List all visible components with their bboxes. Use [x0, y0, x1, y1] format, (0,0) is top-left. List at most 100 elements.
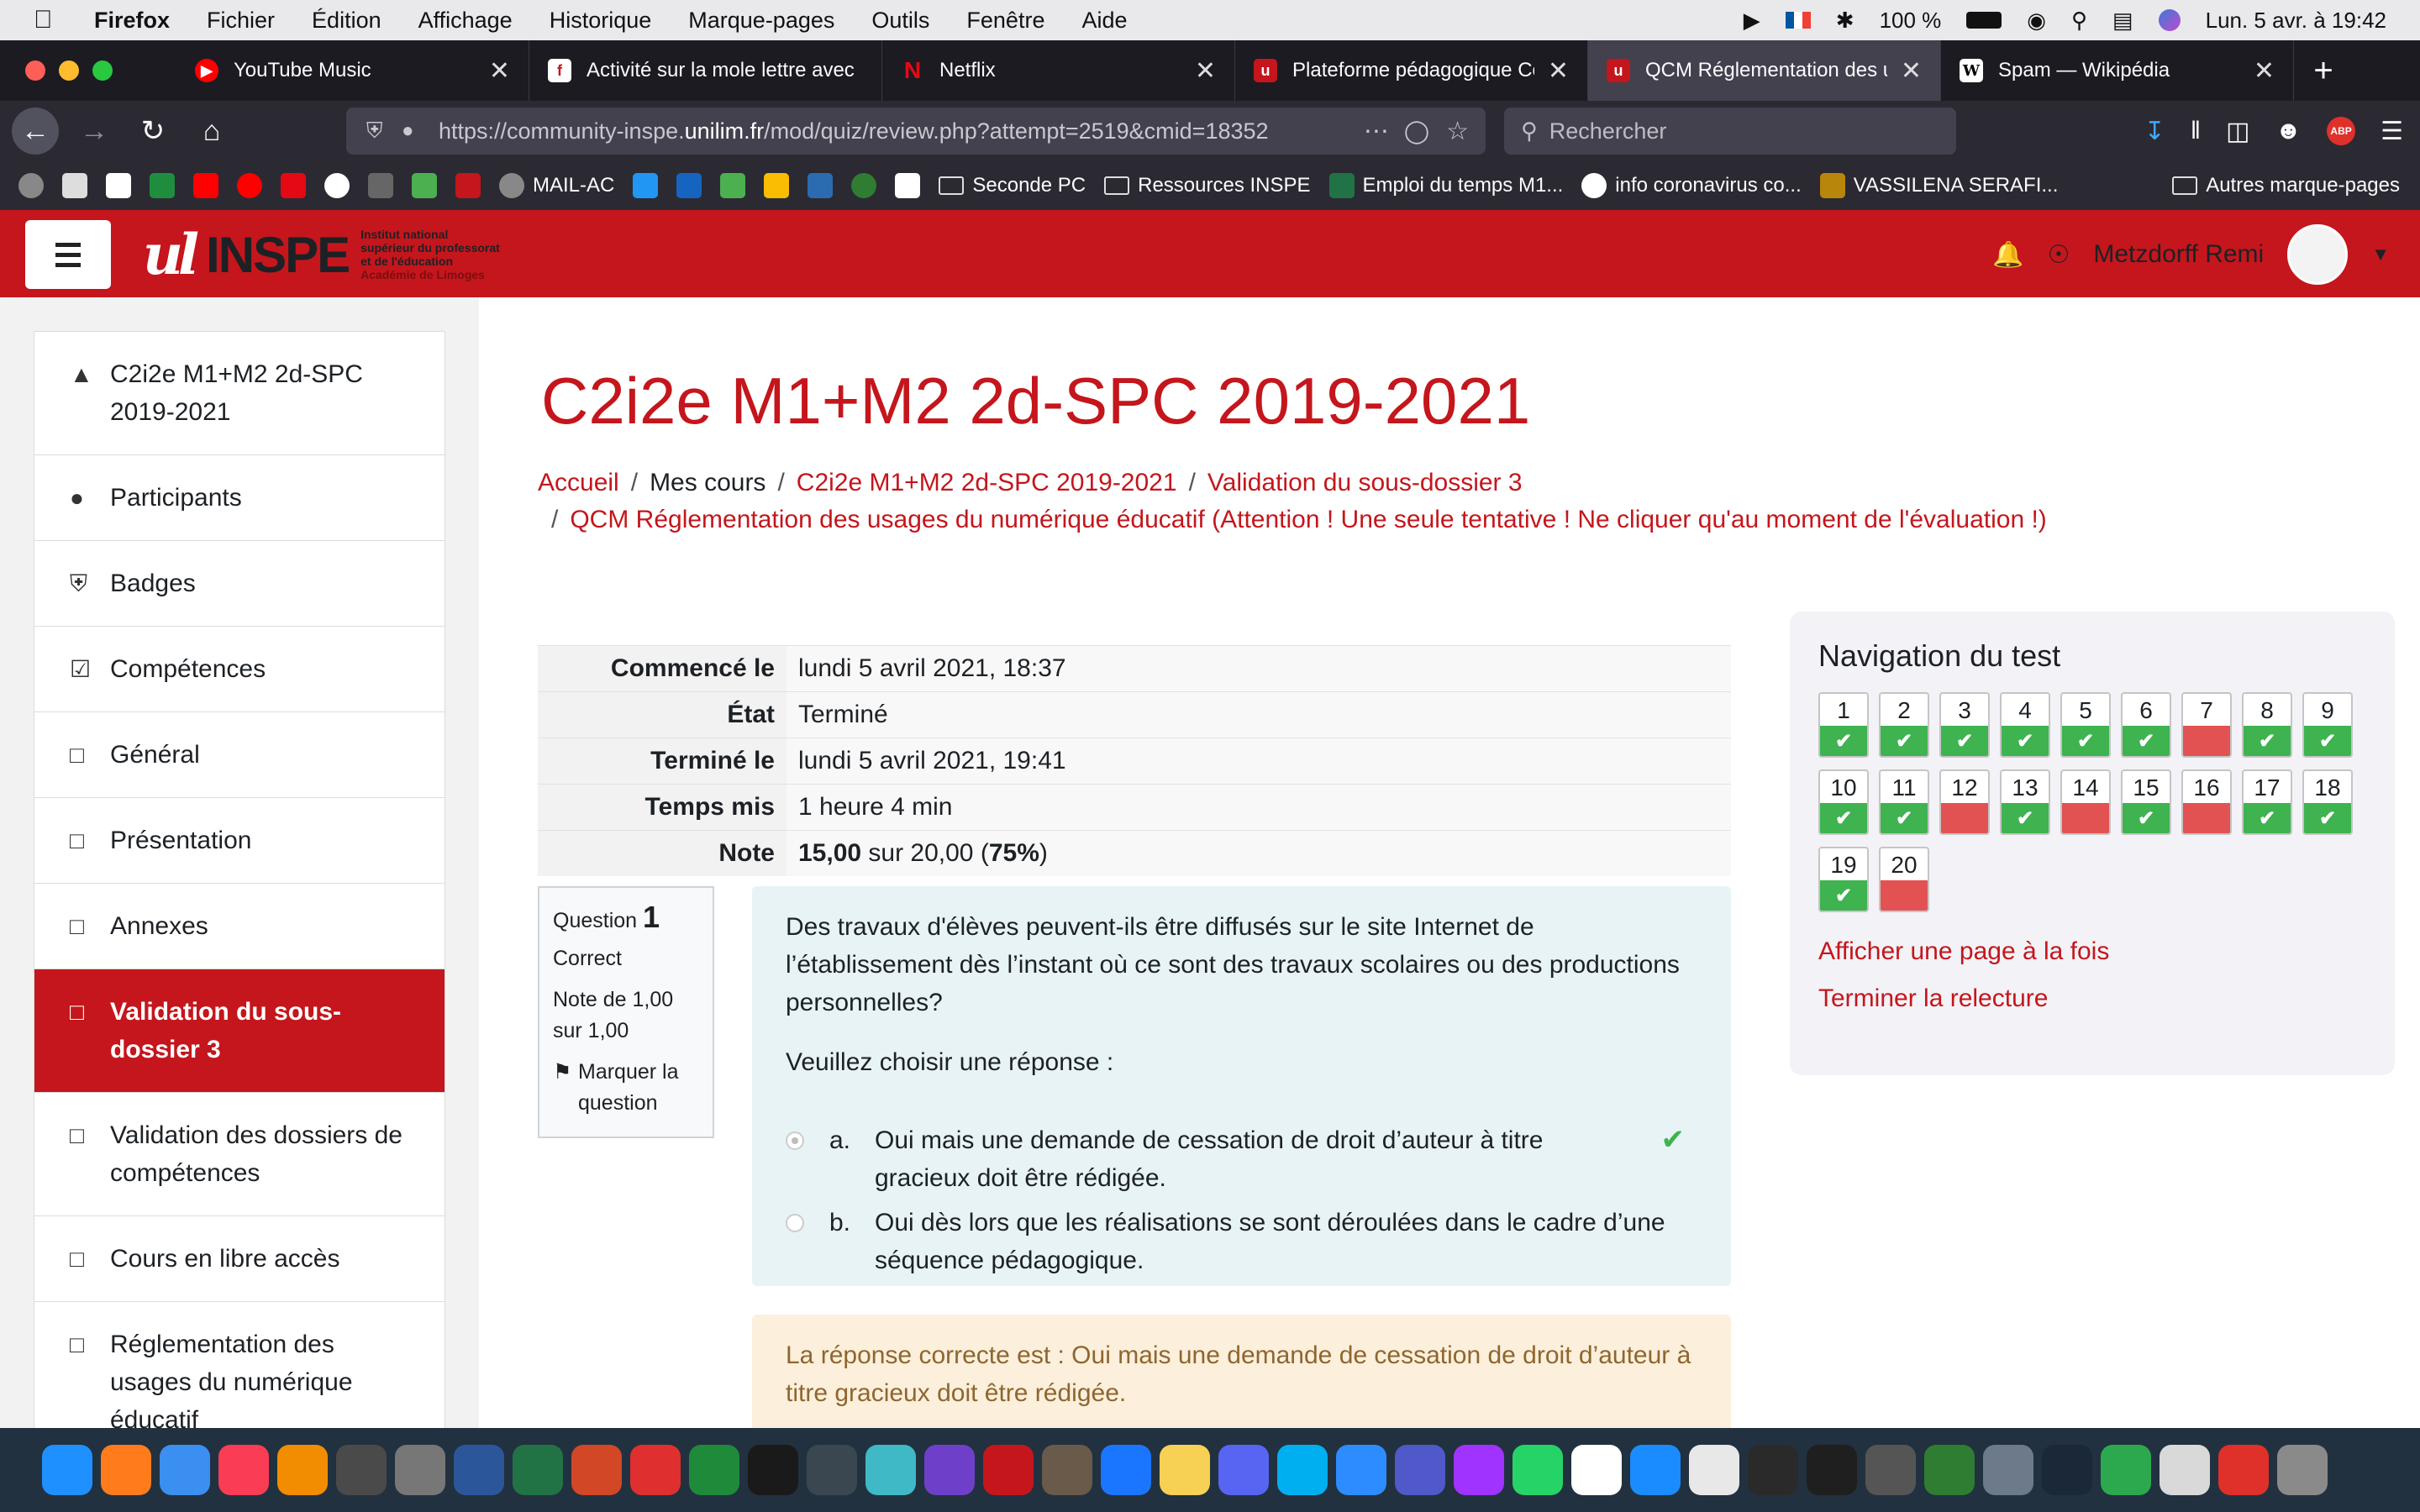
- finish-review-link[interactable]: Terminer la relecture: [1818, 984, 2366, 1013]
- answer-option-a[interactable]: a. Oui mais une demande de cessation de …: [786, 1121, 1702, 1197]
- bookmark-icon[interactable]: [368, 173, 393, 198]
- flag-fr-icon[interactable]: [1785, 12, 1811, 29]
- url-text[interactable]: https://community-inspe.unilim.fr/mod/qu…: [439, 118, 1349, 144]
- vlc-icon[interactable]: [277, 1445, 328, 1495]
- gimp-icon[interactable]: [1042, 1445, 1092, 1495]
- menu-edition[interactable]: Édition: [312, 8, 381, 34]
- tinyurl-icon[interactable]: [676, 173, 702, 198]
- library-icon[interactable]: ‖: [2191, 117, 2201, 145]
- bookmark-star-icon[interactable]: ☆: [1446, 117, 1469, 146]
- tab-qcm[interactable]: u QCM Réglementation des usages ✕: [1588, 40, 1941, 101]
- sidebar-item-cours-libre-acces[interactable]: □ Cours en libre accès: [34, 1216, 445, 1302]
- lock-icon[interactable]: ●: [402, 119, 414, 143]
- bookmark-icon[interactable]: [808, 173, 834, 198]
- safari-icon[interactable]: [1101, 1445, 1151, 1495]
- close-window-button[interactable]: [25, 60, 45, 81]
- zoom-icon[interactable]: [1336, 1445, 1386, 1495]
- music-icon[interactable]: [218, 1445, 269, 1495]
- question-nav-button[interactable]: 6 ✔: [2121, 692, 2171, 758]
- mail-icon[interactable]: [160, 1445, 210, 1495]
- whatsapp-icon[interactable]: [1512, 1445, 1563, 1495]
- question-nav-button[interactable]: 17 ✔: [2242, 769, 2292, 835]
- discord-icon[interactable]: [1218, 1445, 1269, 1495]
- textedit-icon[interactable]: [1689, 1445, 1739, 1495]
- pycharm-icon[interactable]: [748, 1445, 798, 1495]
- bookmark-icon[interactable]: [62, 173, 87, 198]
- user-name[interactable]: Metzdorff Remi: [2093, 240, 2264, 269]
- question-nav-button[interactable]: 1 ✔: [1818, 692, 1869, 758]
- page-actions-icon[interactable]: ⋯: [1364, 117, 1389, 146]
- close-tab-icon[interactable]: ✕: [489, 56, 510, 86]
- breadcrumb-accueil[interactable]: Accueil: [538, 469, 619, 496]
- question-nav-button[interactable]: 3 ✔: [1939, 692, 1990, 758]
- pocket-icon[interactable]: ◯: [1404, 118, 1429, 144]
- play-icon[interactable]: ▶: [1744, 8, 1760, 34]
- chevron-down-icon[interactable]: ▼: [2371, 244, 2390, 265]
- question-nav-button[interactable]: 12: [1939, 769, 1990, 835]
- powerpoint-icon[interactable]: [571, 1445, 622, 1495]
- spotlight-search-icon[interactable]: ⚲: [2071, 8, 2087, 34]
- finder-icon[interactable]: [42, 1445, 92, 1495]
- question-nav-button[interactable]: 14: [2060, 769, 2111, 835]
- inspe-icon[interactable]: [455, 173, 481, 198]
- teams-icon[interactable]: [1395, 1445, 1445, 1495]
- wifi-icon[interactable]: ◉: [2027, 8, 2046, 34]
- account-icon[interactable]: ☻: [2275, 117, 2302, 145]
- excel-icon[interactable]: [513, 1445, 563, 1495]
- back-icon[interactable]: ←: [12, 108, 59, 155]
- question-nav-button[interactable]: 11 ✔: [1879, 769, 1929, 835]
- question-nav-button[interactable]: 10 ✔: [1818, 769, 1869, 835]
- bookmark-vassilena[interactable]: VASSILENA SERAFI...: [1819, 173, 2058, 198]
- sidebar-item-badges[interactable]: ⛨ Badges: [34, 541, 445, 627]
- skype-icon[interactable]: [1277, 1445, 1328, 1495]
- adblock-icon[interactable]: ABP: [2327, 117, 2356, 145]
- qr-icon[interactable]: [720, 173, 746, 198]
- sidebar-item-participants[interactable]: ● Participants: [34, 455, 445, 541]
- bookmark-mail-ac[interactable]: MAIL-AC: [499, 173, 614, 198]
- steam-icon[interactable]: [2042, 1445, 2092, 1495]
- tab-netflix[interactable]: N Netflix ✕: [882, 40, 1235, 101]
- breadcrumb-section[interactable]: Validation du sous-dossier 3: [1207, 469, 1523, 496]
- menu-marque-pages[interactable]: Marque-pages: [688, 8, 834, 34]
- documents-icon[interactable]: [2160, 1445, 2210, 1495]
- bookmark-seconde-pc[interactable]: Seconde PC: [939, 174, 1086, 197]
- youtube-icon[interactable]: [193, 173, 218, 198]
- mindmap-icon[interactable]: [983, 1445, 1034, 1495]
- messenger-icon[interactable]: [1454, 1445, 1504, 1495]
- sidebar-item-competences[interactable]: ☑ Compétences: [34, 627, 445, 712]
- siri-icon[interactable]: [2158, 9, 2181, 31]
- texmaker-icon[interactable]: [395, 1445, 445, 1495]
- bookmark-icon[interactable]: [106, 173, 131, 198]
- checkbox-icon[interactable]: [633, 173, 659, 198]
- word-icon[interactable]: [454, 1445, 504, 1495]
- question-nav-button[interactable]: 8 ✔: [2242, 692, 2292, 758]
- question-nav-button[interactable]: 20: [1879, 847, 1929, 912]
- davinci-icon[interactable]: [807, 1445, 857, 1495]
- menu-aide[interactable]: Aide: [1081, 8, 1127, 34]
- question-nav-button[interactable]: 9 ✔: [2302, 692, 2353, 758]
- question-nav-button[interactable]: 16: [2181, 769, 2232, 835]
- sidebar-item-validation-sous-dossier-3[interactable]: □ Validation du sous-dossier 3: [34, 969, 445, 1093]
- close-tab-icon[interactable]: ✕: [1548, 56, 1569, 86]
- downloads-icon[interactable]: ↧: [2144, 117, 2165, 146]
- tab-plateforme[interactable]: u Plateforme pédagogique Cours ✕: [1235, 40, 1588, 101]
- hamburger-menu-button[interactable]: [25, 220, 111, 289]
- bluetooth-icon[interactable]: ✱: [1836, 8, 1854, 34]
- not-icon[interactable]: [1924, 1445, 1975, 1495]
- globe-icon[interactable]: [18, 173, 44, 198]
- github-icon[interactable]: [924, 1445, 975, 1495]
- shield-icon[interactable]: ⛨: [366, 118, 383, 144]
- menu-outils[interactable]: Outils: [871, 8, 929, 34]
- forward-icon[interactable]: →: [71, 108, 118, 155]
- acrobat-icon[interactable]: [630, 1445, 681, 1495]
- appstore-icon[interactable]: [1630, 1445, 1681, 1495]
- bookmark-ressources-inspe[interactable]: Ressources INSPE: [1104, 174, 1311, 197]
- battery-icon[interactable]: [1966, 12, 2002, 29]
- apple-menu-icon[interactable]: : [34, 6, 67, 34]
- breadcrumb-course[interactable]: C2i2e M1+M2 2d-SPC 2019-2021: [797, 469, 1177, 496]
- bookmark-emploi-du-temps[interactable]: Emploi du temps M1...: [1328, 173, 1563, 198]
- bookmark-info-coronavirus[interactable]: info coronavirus co...: [1581, 173, 1802, 198]
- inspe-logo[interactable]: ul INSPE Institut national supérieur du …: [143, 222, 500, 287]
- sidebar-item-general[interactable]: □ Général: [34, 712, 445, 798]
- quicktime-icon[interactable]: [336, 1445, 387, 1495]
